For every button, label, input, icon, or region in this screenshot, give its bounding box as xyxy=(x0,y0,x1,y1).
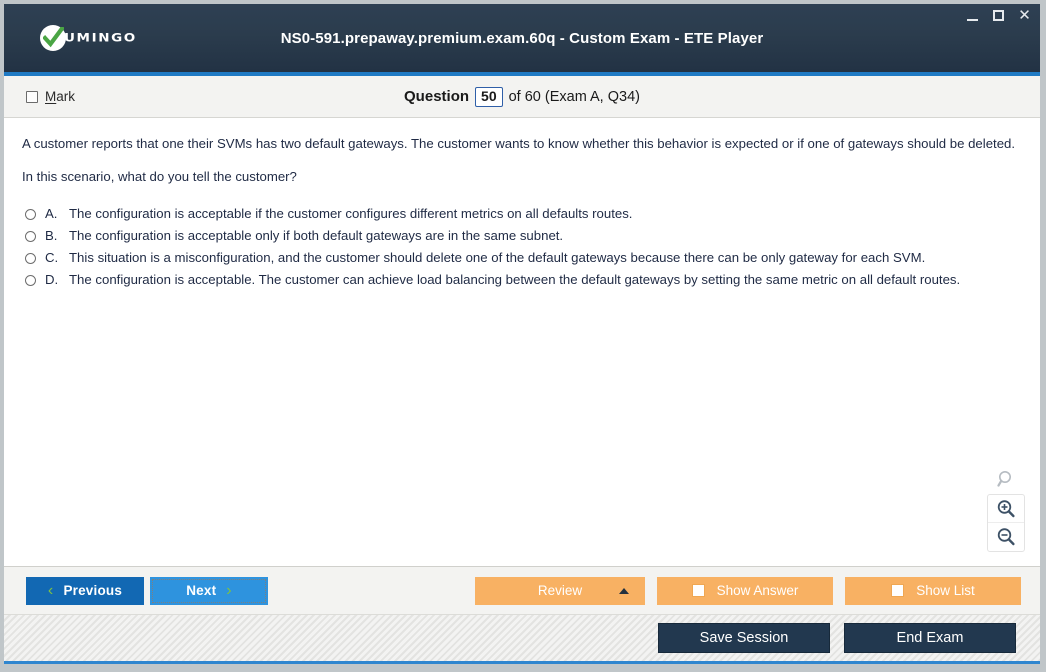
show-list-button[interactable]: Show List xyxy=(845,576,1021,605)
option-text-a: The configuration is acceptable if the c… xyxy=(69,206,633,222)
radio-button-c[interactable] xyxy=(25,253,36,265)
answer-options-list: A. The configuration is acceptable if th… xyxy=(4,203,1040,291)
option-letter-b: B. xyxy=(45,228,58,244)
option-text-c: This situation is a misconfiguration, an… xyxy=(69,250,926,266)
radio-button-a[interactable] xyxy=(25,209,36,221)
option-letter-c: C. xyxy=(45,250,59,266)
chevron-right-icon: › xyxy=(226,581,232,599)
mark-question-control[interactable]: Mark xyxy=(26,89,75,104)
answer-option-a[interactable]: A. The configuration is acceptable if th… xyxy=(22,203,1022,225)
answer-option-c[interactable]: C. This situation is a misconfiguration,… xyxy=(22,247,1022,269)
zoom-out-icon[interactable] xyxy=(988,523,1024,551)
checkmark-logo-icon xyxy=(40,25,66,51)
answer-option-d[interactable]: D. The configuration is acceptable. The … xyxy=(22,269,1022,291)
review-label: Review xyxy=(537,583,583,598)
window-title: NS0-591.prepaway.premium.exam.60q - Cust… xyxy=(280,29,764,47)
save-session-button[interactable]: Save Session xyxy=(658,623,830,653)
previous-button[interactable]: ‹ Previous xyxy=(26,576,144,605)
show-answer-label: Show Answer xyxy=(716,583,799,598)
application-window: UMINGO NS0-591.prepaway.premium.exam.60q… xyxy=(0,0,1046,672)
question-header-bar: Mark Question 50 of 60 (Exam A, Q34) xyxy=(4,76,1040,118)
question-total-label: of 60 (Exam A, Q34) xyxy=(508,88,640,105)
mark-checkbox[interactable] xyxy=(26,90,38,103)
minimize-icon[interactable] xyxy=(965,8,980,23)
zoom-panel xyxy=(987,494,1025,552)
title-bar[interactable]: UMINGO NS0-591.prepaway.premium.exam.60q… xyxy=(4,4,1040,76)
zoom-in-icon[interactable] xyxy=(988,495,1024,523)
option-text-d: The configuration is acceptable. The cus… xyxy=(69,272,961,288)
chevron-left-icon: ‹ xyxy=(47,581,54,599)
show-answer-button[interactable]: Show Answer xyxy=(657,576,833,605)
question-word-label: Question xyxy=(404,88,470,105)
radio-button-d[interactable] xyxy=(25,275,36,287)
option-text-b: The configuration is acceptable only if … xyxy=(69,228,564,244)
show-list-label: Show List xyxy=(916,583,975,598)
question-text: A customer reports that one their SVMs h… xyxy=(4,118,1040,186)
question-number-input[interactable]: 50 xyxy=(475,86,503,107)
magnifier-icon[interactable] xyxy=(987,470,1025,494)
mark-label: Mark xyxy=(45,89,76,104)
vumingo-logo: UMINGO xyxy=(40,25,137,51)
logo-wordmark: UMINGO xyxy=(64,31,137,45)
question-paragraph: A customer reports that one their SVMs h… xyxy=(22,136,1016,151)
next-button[interactable]: Next › xyxy=(150,576,268,605)
action-toolbar: ‹ Previous Next › Review Show Answer Sho… xyxy=(4,567,1040,615)
answer-option-b[interactable]: B. The configuration is acceptable only … xyxy=(22,225,1022,247)
question-counter: Question 50 of 60 (Exam A, Q34) xyxy=(4,86,1040,107)
checkbox-square-icon xyxy=(691,584,705,597)
option-letter-a: A. xyxy=(45,206,58,222)
window-controls: ✕ xyxy=(965,8,1032,23)
option-letter-d: D. xyxy=(45,272,59,288)
zoom-tools xyxy=(987,470,1025,552)
close-icon[interactable]: ✕ xyxy=(1017,8,1032,23)
review-button[interactable]: Review xyxy=(475,576,645,605)
question-prompt: In this scenario, what do you tell the c… xyxy=(22,169,297,185)
caret-up-icon xyxy=(619,587,629,594)
previous-label: Previous xyxy=(63,583,123,598)
question-content-area: A customer reports that one their SVMs h… xyxy=(4,118,1040,567)
checkbox-square-icon xyxy=(891,584,905,597)
next-label: Next xyxy=(186,583,217,598)
maximize-icon[interactable] xyxy=(991,8,1006,23)
status-bar: Save Session End Exam xyxy=(4,615,1040,664)
radio-button-b[interactable] xyxy=(25,231,36,243)
right-action-group: Review Show Answer Show List xyxy=(475,576,1021,605)
end-exam-button[interactable]: End Exam xyxy=(844,623,1016,653)
